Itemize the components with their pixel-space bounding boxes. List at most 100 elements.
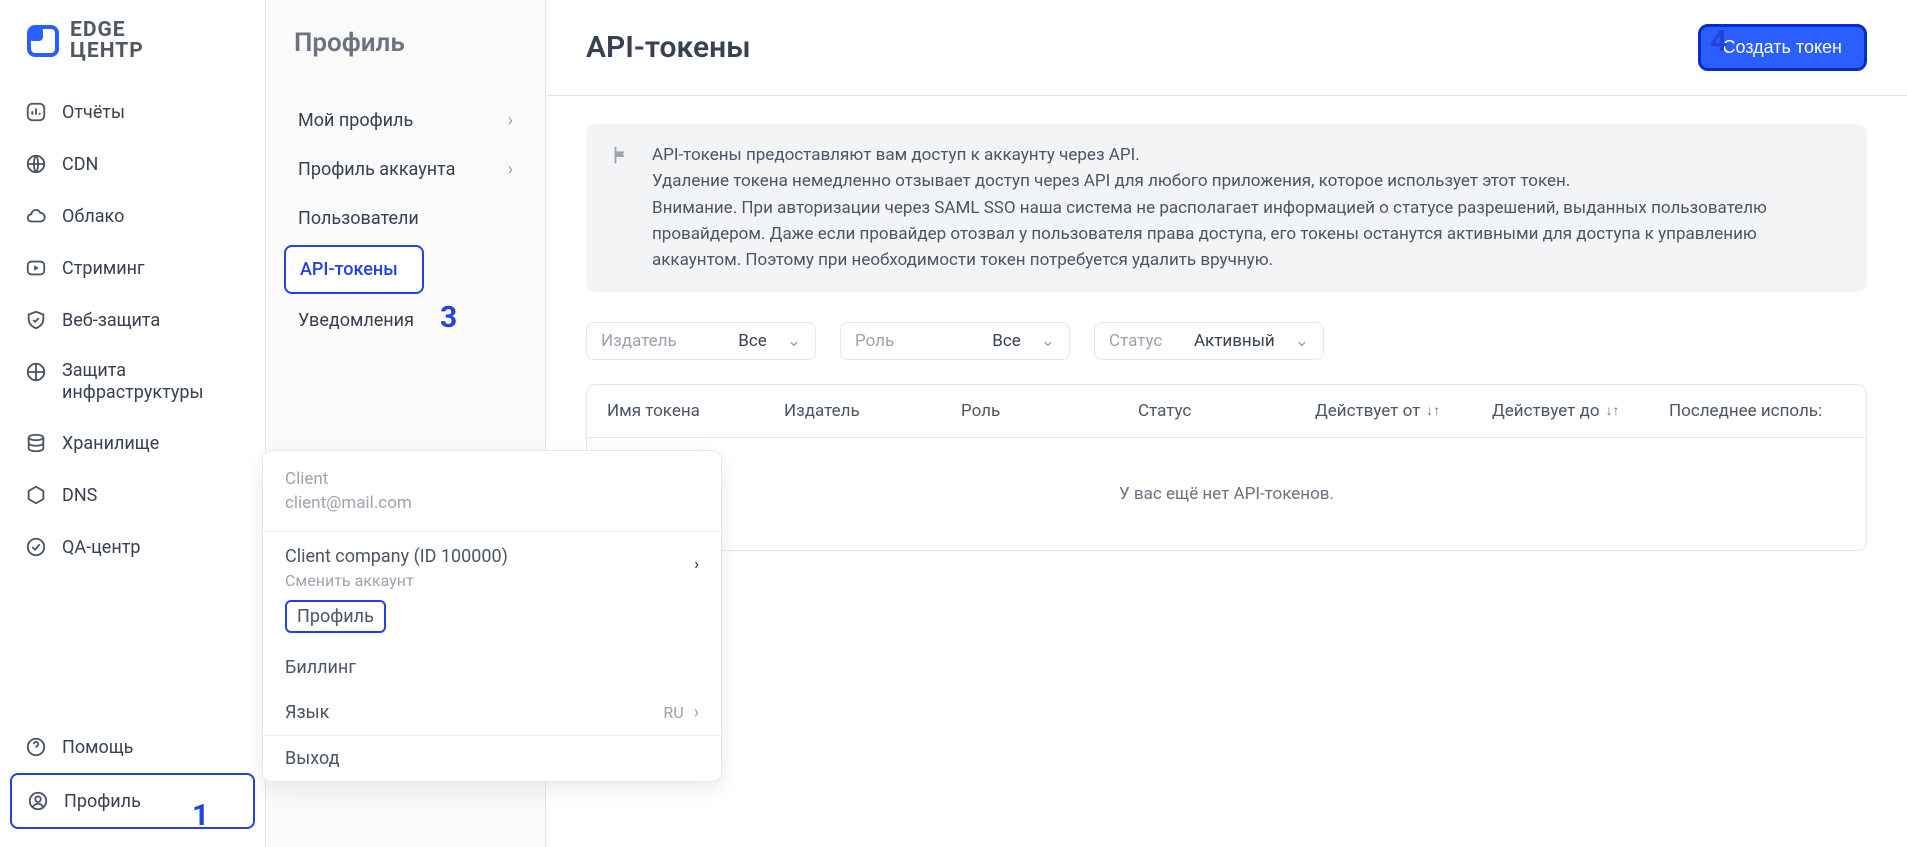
popup-profile-label: Профиль xyxy=(285,600,386,633)
filter-value: Все xyxy=(992,331,1021,351)
nav-label: Облако xyxy=(62,206,124,227)
logo-mark-icon xyxy=(26,24,60,58)
notice-p1: API-токены предоставляют вам доступ к ак… xyxy=(652,142,1843,168)
sec-label: API-токены xyxy=(300,259,398,280)
filter-status[interactable]: Статус Активный ⌄ xyxy=(1094,322,1324,360)
popup-profile-row[interactable]: Профиль xyxy=(263,594,721,645)
sec-label: Мой профиль xyxy=(298,110,413,131)
logo-line2: ЦЕНТР xyxy=(70,41,144,62)
nav-label: Помощь xyxy=(62,737,133,758)
nav-label: QA-центр xyxy=(62,537,140,558)
popup-language-label: Язык xyxy=(285,702,329,723)
user-icon xyxy=(26,789,50,813)
tokens-table: Имя токена Издатель Роль Статус Действуе… xyxy=(586,384,1867,551)
logo: EDGE ЦЕНТР xyxy=(0,0,265,86)
nav-item-streaming[interactable]: Стриминг xyxy=(10,242,255,294)
th-name[interactable]: Имя токена xyxy=(607,401,784,421)
cloud-icon xyxy=(24,204,48,228)
chevron-right-icon: › xyxy=(694,702,699,723)
hexagon-icon xyxy=(24,483,48,507)
filter-role[interactable]: Роль Все ⌄ xyxy=(840,322,1070,360)
popup-client-name: Client xyxy=(285,469,699,489)
chevron-down-icon: ⌄ xyxy=(1041,331,1055,351)
logo-line1: EDGE xyxy=(70,20,144,41)
nav-label: Профиль xyxy=(64,791,141,812)
popup-billing-row[interactable]: Биллинг xyxy=(263,645,721,690)
th-last-used[interactable]: Последнее исполь: xyxy=(1669,401,1846,421)
notice-p2: Удаление токена немедленно отзывает дост… xyxy=(652,168,1843,194)
shield-check-icon xyxy=(24,308,48,332)
th-role[interactable]: Роль xyxy=(961,401,1138,421)
th-status[interactable]: Статус xyxy=(1138,401,1315,421)
nav-item-reports[interactable]: Отчёты xyxy=(10,86,255,138)
main-header: API-токены Создать токен xyxy=(546,0,1907,96)
play-icon xyxy=(24,256,48,280)
secondary-nav-list: Мой профиль › Профиль аккаунта › Пользов… xyxy=(266,98,545,343)
chevron-down-icon: ⌄ xyxy=(1295,331,1309,351)
nav-label: CDN xyxy=(62,154,98,175)
popup-logout-row[interactable]: Выход xyxy=(263,736,721,781)
nav-item-dns[interactable]: DNS xyxy=(10,469,255,521)
bar-chart-icon xyxy=(24,100,48,124)
secondary-title: Профиль xyxy=(266,0,545,98)
table-header: Имя токена Издатель Роль Статус Действуе… xyxy=(587,385,1866,438)
nav-item-profile[interactable]: Профиль xyxy=(10,773,255,829)
sec-item-my-profile[interactable]: Мой профиль › xyxy=(284,98,527,143)
sidebar-bottom: Помощь Профиль xyxy=(0,721,265,847)
profile-popup: Client client@mail.com Client company (I… xyxy=(262,450,722,782)
th-valid-to[interactable]: Действует до↓↑ xyxy=(1492,401,1669,421)
nav-item-infra-protection[interactable]: Защита инфраструктуры xyxy=(10,346,255,417)
page-title: API-токены xyxy=(586,30,751,65)
help-icon xyxy=(24,735,48,759)
sec-item-api-tokens[interactable]: API-токены xyxy=(284,245,424,294)
nav-item-cloud[interactable]: Облако xyxy=(10,190,255,242)
nav-label: Веб-защита xyxy=(62,310,160,331)
popup-logout-label: Выход xyxy=(285,748,339,769)
sec-item-notifications[interactable]: Уведомления xyxy=(284,298,527,343)
popup-switch-account: Сменить аккаунт xyxy=(285,571,508,590)
chevron-right-icon: › xyxy=(508,159,513,180)
nav-label: Отчёты xyxy=(62,102,125,123)
main-content: API-токены предоставляют вам доступ к ак… xyxy=(546,96,1907,579)
shield-globe-icon xyxy=(24,360,48,384)
sidebar-primary: EDGE ЦЕНТР Отчёты CDN Облако Стриминг Ве… xyxy=(0,0,266,847)
popup-client-email: client@mail.com xyxy=(285,493,699,513)
sort-icon: ↓↑ xyxy=(1426,402,1440,419)
database-icon xyxy=(24,431,48,455)
popup-language-row[interactable]: Язык RU › xyxy=(263,690,721,735)
filter-label: Роль xyxy=(855,331,972,351)
popup-billing-label: Биллинг xyxy=(285,657,356,678)
primary-nav-list: Отчёты CDN Облако Стриминг Веб-защита За… xyxy=(0,86,265,573)
nav-item-web-protection[interactable]: Веб-защита xyxy=(10,294,255,346)
table-empty-state: У вас ещё нет API-токенов. xyxy=(587,438,1866,550)
nav-item-storage[interactable]: Хранилище xyxy=(10,417,255,469)
flag-icon xyxy=(610,144,632,274)
info-notice: API-токены предоставляют вам доступ к ак… xyxy=(586,124,1867,292)
sort-icon: ↓↑ xyxy=(1606,402,1620,419)
nav-label: DNS xyxy=(62,485,97,506)
create-token-button[interactable]: Создать токен xyxy=(1698,24,1868,71)
notice-text: API-токены предоставляют вам доступ к ак… xyxy=(652,142,1843,274)
popup-company-row[interactable]: Client company (ID 100000) Сменить аккау… xyxy=(263,532,721,594)
sec-item-account-profile[interactable]: Профиль аккаунта › xyxy=(284,147,527,192)
th-valid-from[interactable]: Действует от↓↑ xyxy=(1315,401,1492,421)
chevron-right-icon: › xyxy=(508,110,513,131)
sec-label: Профиль аккаунта xyxy=(298,159,455,180)
filter-publisher[interactable]: Издатель Все ⌄ xyxy=(586,322,816,360)
nav-label: Хранилище xyxy=(62,433,159,454)
filter-value: Все xyxy=(738,331,767,351)
notice-p3: Внимание. При авторизации через SAML SSO… xyxy=(652,195,1843,274)
sec-item-users[interactable]: Пользователи xyxy=(284,196,527,241)
globe-icon xyxy=(24,152,48,176)
nav-label: Стриминг xyxy=(62,258,145,279)
nav-item-qa-center[interactable]: QA-центр xyxy=(10,521,255,573)
sec-label: Пользователи xyxy=(298,208,419,229)
logo-text: EDGE ЦЕНТР xyxy=(70,20,144,62)
nav-item-cdn[interactable]: CDN xyxy=(10,138,255,190)
sec-label: Уведомления xyxy=(298,310,414,331)
filter-value: Активный xyxy=(1194,331,1275,351)
th-publisher[interactable]: Издатель xyxy=(784,401,961,421)
popup-client-block: Client client@mail.com xyxy=(263,451,721,531)
nav-item-help[interactable]: Помощь xyxy=(10,721,255,773)
filter-label: Издатель xyxy=(601,331,718,351)
